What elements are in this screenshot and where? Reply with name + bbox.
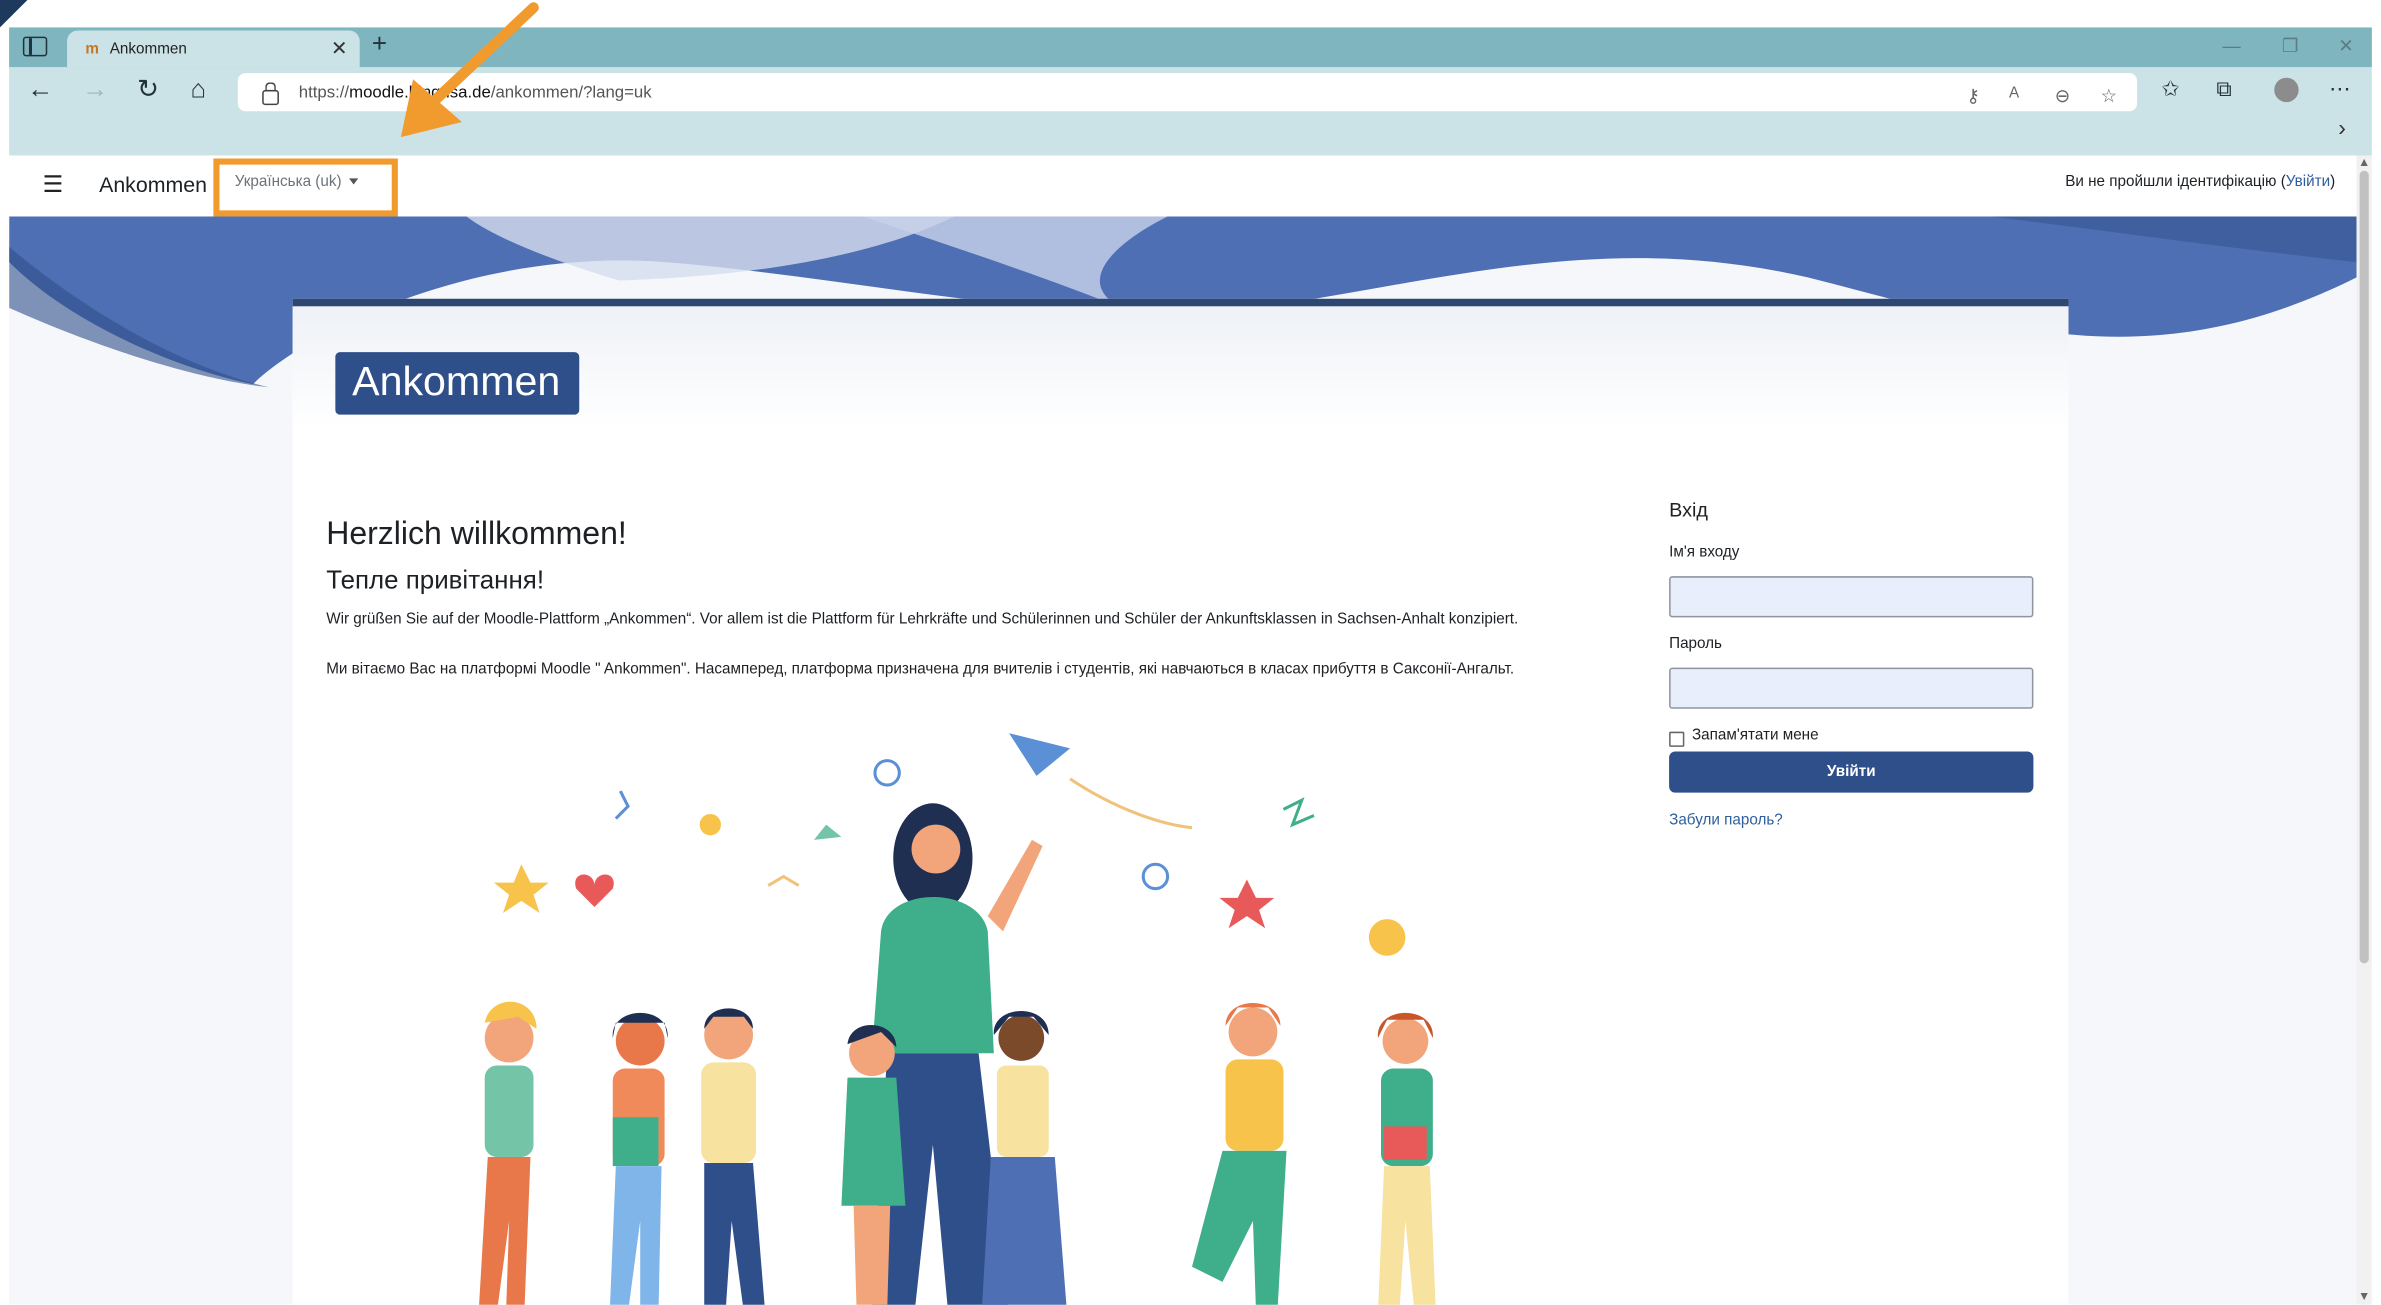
forward-icon[interactable]: → (82, 75, 108, 105)
site-brand-link[interactable]: Ankommen (99, 172, 207, 196)
password-label: Пароль (1669, 635, 1723, 653)
scroll-down-icon[interactable]: ▼ (2358, 1290, 2370, 1304)
site-title-badge: Ankommen (335, 352, 579, 415)
page-scrollbar[interactable]: ▲ ▼ (2356, 155, 2372, 1305)
login-heading: Вхід (1669, 498, 1708, 522)
key-icon[interactable]: ⚷ (1966, 85, 1979, 106)
remember-me-label[interactable]: Запам'ятати мене (1692, 727, 1819, 744)
username-input[interactable] (1669, 576, 2034, 618)
reload-icon[interactable]: ↻ (137, 75, 159, 105)
close-tab-icon[interactable]: ✕ (331, 37, 348, 61)
orange-arrow-annotation (400, 2, 539, 138)
minimize-icon[interactable]: — (2222, 35, 2240, 56)
login-link[interactable]: Увійти (2286, 174, 2330, 191)
browser-tab[interactable]: m Ankommen ✕ (67, 30, 360, 68)
menu-icon[interactable]: ☰ (43, 171, 64, 198)
read-aloud-icon[interactable]: A (2009, 85, 2019, 102)
scrollbar-thumb[interactable] (2359, 170, 2369, 964)
username-label: Ім'я входу (1669, 544, 1740, 561)
remember-me-checkbox[interactable] (1669, 731, 1685, 747)
lock-icon[interactable] (262, 82, 279, 106)
restore-icon[interactable]: ❐ (2282, 35, 2298, 56)
welcome-heading-uk: Тепле привітання! (326, 565, 545, 595)
children-teacher-illustration (479, 733, 1436, 1305)
main-card: Ankommen Herzlich willkommen! Тепле прив… (292, 298, 2069, 1305)
login-button[interactable]: Увійти (1669, 751, 2034, 793)
profile-avatar-icon[interactable] (2274, 77, 2299, 103)
tab-title: Ankommen (109, 41, 187, 58)
welcome-heading-de: Herzlich willkommen! (326, 516, 627, 552)
favorites-icon[interactable]: ✩ (2161, 76, 2179, 102)
tab-actions-icon[interactable] (22, 36, 48, 57)
forgot-password-link[interactable]: Забули пароль? (1669, 812, 1783, 829)
back-icon[interactable]: ← (27, 75, 53, 105)
navigation-bar: ← → ↻ ⌂ https://moodle.bing-lsa.de/ankom… (9, 67, 2372, 116)
password-input[interactable] (1669, 667, 2034, 709)
collections-icon[interactable]: ⧉ (2216, 76, 2231, 102)
new-tab-icon[interactable]: + (372, 29, 387, 59)
highlight-box (213, 158, 398, 217)
tab-strip: m Ankommen ✕ + — ❐ ✕ (9, 27, 2372, 68)
welcome-paragraph-de: Wir grüßen Sie auf der Moodle-Plattform … (326, 611, 1519, 629)
browser-chrome: m Ankommen ✕ + — ❐ ✕ ← → ↻ ⌂ https://moo… (9, 27, 2372, 156)
window-close-icon[interactable]: ✕ (2338, 35, 2353, 56)
welcome-paragraph-uk: Ми вітаємо Вас на платформі Moodle " Ank… (326, 661, 1515, 679)
corner-decoration (0, 0, 28, 28)
moodle-favicon-icon: m (85, 41, 99, 58)
zoom-out-icon[interactable]: ⊖ (2055, 85, 2070, 106)
chevron-right-icon[interactable]: › (2338, 116, 2346, 142)
home-icon[interactable]: ⌂ (191, 75, 207, 105)
scroll-up-icon[interactable]: ▲ (2358, 155, 2370, 169)
more-menu-icon[interactable]: ⋯ (2329, 76, 2350, 102)
add-favorite-icon[interactable]: ☆ (2100, 85, 2116, 106)
login-status: Ви не пройшли ідентифікацію (Увійти) (2065, 173, 2336, 191)
